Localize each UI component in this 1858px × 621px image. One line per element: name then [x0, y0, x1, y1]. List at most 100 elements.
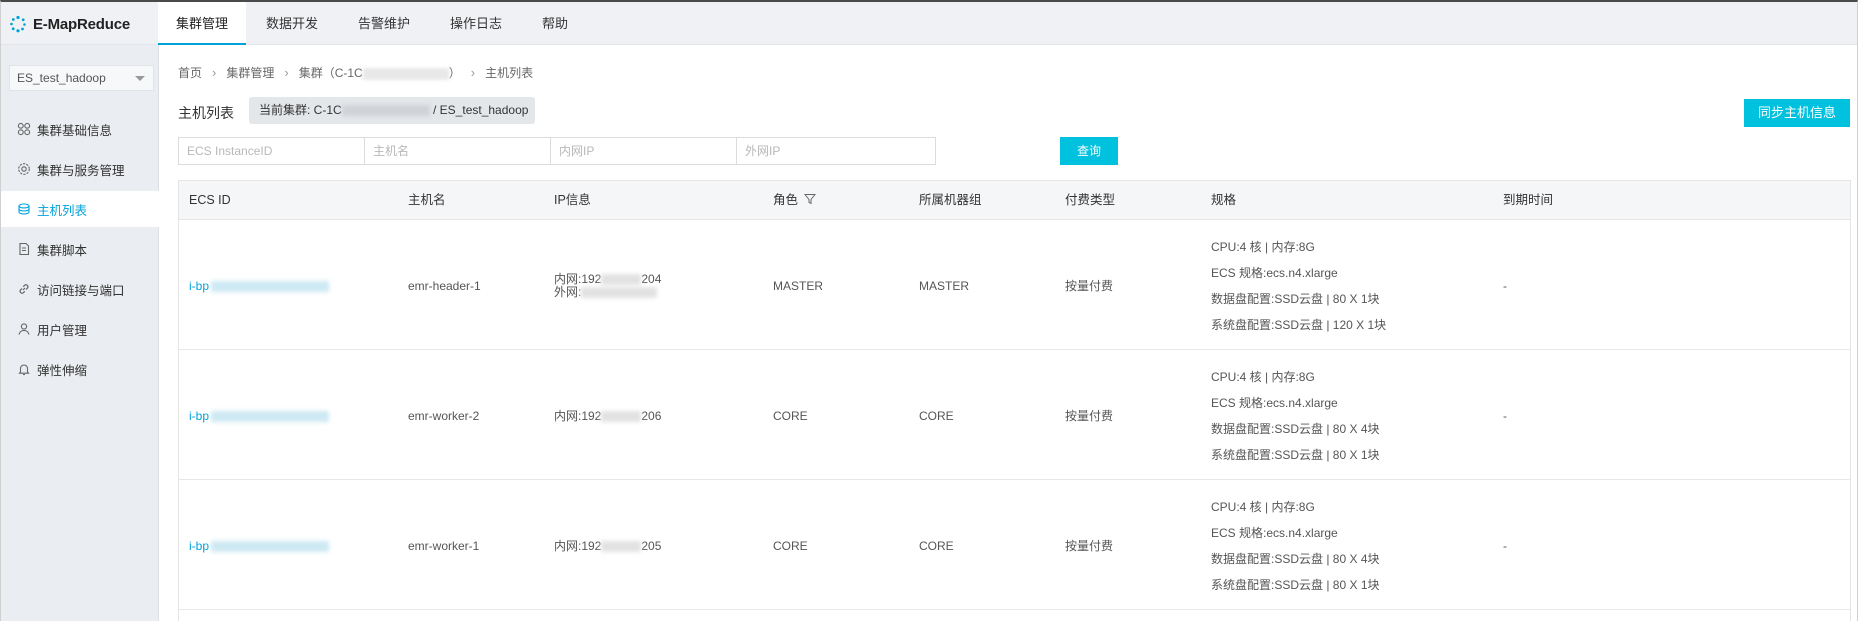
current-cluster-suffix: / ES_test_hadoop	[429, 103, 529, 117]
spec-cell: CPU:4 核 | 内存:8G ECS 规格:ecs.n4.xlarge 数据盘…	[1211, 481, 1380, 610]
brand-logo[interactable]: E-MapReduce	[9, 14, 130, 34]
sidebar-item-links[interactable]: 访问链接与端口	[1, 271, 158, 307]
page-title: 主机列表	[178, 105, 234, 121]
ip-cell: 内网:192 206	[554, 351, 661, 480]
sidebar-item-autoscale[interactable]: 弹性伸缩	[1, 351, 158, 387]
breadcrumb-home[interactable]: 首页	[178, 64, 202, 81]
sidebar-item-services[interactable]: 集群与服务管理	[1, 151, 158, 187]
spec-system-disk: 系统盘配置:SSD云盘 | 120 X 1块	[1211, 317, 1387, 332]
ip-cell: 内网:192 205	[554, 481, 661, 610]
expire-cell: -	[1503, 408, 1507, 423]
inner-ip-prefix: 内网:192	[554, 271, 602, 286]
group-cell: CORE	[919, 538, 954, 553]
spec-cpu-mem: CPU:4 核 | 内存:8G	[1211, 369, 1315, 384]
user-icon	[18, 323, 30, 335]
ecs-id-link[interactable]: i-bp	[189, 481, 330, 610]
current-cluster-tag: 当前集群: C-1C / ES_test_hadoop	[249, 97, 535, 124]
topnav-data-dev[interactable]: 数据开发	[246, 2, 338, 45]
col-role: 角色	[773, 181, 817, 220]
hostname-cell: emr-worker-2	[408, 408, 480, 423]
sidebar-item-label: 用户管理	[37, 323, 88, 338]
breadcrumb-cluster-mgmt[interactable]: 集群管理	[226, 64, 274, 81]
ecs-id-prefix: i-bp	[189, 538, 210, 553]
sidebar-item-cluster-info[interactable]: 集群基础信息	[1, 111, 158, 147]
redacted-ecs-id	[209, 409, 330, 423]
sync-hosts-button[interactable]: 同步主机信息	[1744, 99, 1850, 127]
redacted-ip	[601, 541, 642, 553]
sidebar-item-label: 集群与服务管理	[37, 163, 125, 178]
topnav-oplog[interactable]: 操作日志	[430, 2, 522, 45]
ip-cell: 内网:192 204 外网:	[554, 221, 661, 350]
breadcrumb-current: 主机列表	[485, 66, 534, 80]
redacted-cluster-id	[341, 105, 430, 117]
role-cell: MASTER	[773, 278, 824, 293]
query-button[interactable]: 查询	[1060, 137, 1118, 165]
redacted-cluster-id	[362, 67, 449, 80]
sidebar-item-users[interactable]: 用户管理	[1, 311, 158, 347]
col-expire: 到期时间	[1503, 193, 1554, 207]
topnav-alert[interactable]: 告警维护	[338, 2, 430, 45]
outer-ip-prefix: 外网:	[554, 284, 582, 299]
sidebar-item-hosts[interactable]: 主机列表	[1, 191, 160, 227]
spec-system-disk: 系统盘配置:SSD云盘 | 80 X 1块	[1211, 447, 1380, 462]
ecs-id-link[interactable]: i-bp	[189, 351, 330, 480]
top-navbar: E-MapReduce 集群管理 数据开发 告警维护 操作日志 帮助	[1, 2, 1857, 45]
inner-ip-input[interactable]	[550, 137, 750, 165]
col-ecs-id: ECS ID	[189, 193, 231, 207]
spec-cell: CPU:4 核 | 内存:8G ECS 规格:ecs.n4.xlarge 数据盘…	[1211, 221, 1386, 350]
brand-name: E-MapReduce	[33, 15, 130, 33]
expire-cell: -	[1503, 538, 1507, 553]
billing-cell: 按量付费	[1065, 539, 1114, 553]
caret-down-icon	[135, 76, 145, 81]
sidebar-item-label: 弹性伸缩	[37, 363, 88, 378]
spec-data-disk: 数据盘配置:SSD云盘 | 80 X 1块	[1211, 291, 1380, 306]
sidebar-item-scripts[interactable]: 集群脚本	[1, 231, 158, 267]
sidebar-item-label: 访问链接与端口	[37, 283, 125, 298]
col-billing: 付费类型	[1065, 193, 1116, 207]
hosts-table: ECS ID 主机名 IP信息 角色 所属机器组 付费类型 规格 到期时间 i-…	[178, 180, 1851, 621]
spec-system-disk: 系统盘配置:SSD云盘 | 80 X 1块	[1211, 577, 1380, 592]
sidebar: ES_test_hadoop 集群基础信息 集群与服务管理 主机列表 集群脚本 …	[1, 45, 160, 621]
cluster-select[interactable]: ES_test_hadoop	[9, 65, 154, 91]
chevron-right-icon: ›	[470, 65, 476, 80]
filter-icon[interactable]	[804, 193, 817, 205]
inner-ip-suffix: 206	[641, 409, 662, 423]
breadcrumb-cluster[interactable]: 集群（C-1C ）	[299, 64, 461, 81]
spec-data-disk: 数据盘配置:SSD云盘 | 80 X 4块	[1211, 421, 1380, 436]
spec-cpu-mem: CPU:4 核 | 内存:8G	[1211, 499, 1315, 514]
inner-ip-suffix: 205	[641, 539, 662, 553]
hostname-cell: emr-header-1	[408, 278, 481, 293]
grid-icon	[17, 122, 31, 136]
col-group: 所属机器组	[919, 193, 982, 207]
redacted-ip	[601, 273, 642, 285]
topnav-cluster-mgmt[interactable]: 集群管理	[158, 2, 246, 45]
ecs-instance-id-input[interactable]	[178, 137, 378, 165]
breadcrumb-cluster-prefix: 集群（C-1C	[298, 66, 363, 80]
topnav-help[interactable]: 帮助	[522, 2, 588, 45]
redacted-ip	[601, 411, 642, 423]
redacted-ecs-id	[209, 539, 330, 553]
ecs-id-prefix: i-bp	[189, 278, 210, 293]
outer-ip-input[interactable]	[736, 137, 936, 165]
hostname-input[interactable]	[364, 137, 564, 165]
hosts-icon	[18, 203, 30, 215]
ecs-id-link[interactable]: i-bp	[189, 221, 330, 350]
col-ip: IP信息	[554, 193, 591, 207]
table-row: i-bp emr-worker-1 内网:192 205 CORE CORE 按量…	[179, 481, 1850, 610]
hostname-cell: emr-worker-1	[408, 538, 480, 553]
inner-ip-prefix: 内网:192	[554, 539, 602, 553]
spec-cpu-mem: CPU:4 核 | 内存:8G	[1211, 239, 1315, 254]
redacted-ip	[581, 286, 658, 298]
col-hostname: 主机名	[408, 193, 446, 207]
spec-ecs-type: ECS 规格:ecs.n4.xlarge	[1211, 395, 1338, 410]
inner-ip-prefix: 内网:192	[554, 409, 602, 423]
table-row: i-bp emr-worker-2 内网:192 206 CORE CORE 按量…	[179, 351, 1850, 480]
table-row: i-bp emr-header-1 内网:192 204 外网: MASTER M…	[179, 221, 1850, 350]
expire-cell: -	[1503, 278, 1507, 293]
breadcrumb-cluster-suffix: ）	[448, 66, 461, 80]
main-content: 首页 › 集群管理 › 集群（C-1C ） › 主机列表 主机列表 当前集群: C…	[159, 45, 1857, 621]
redacted-ecs-id	[209, 279, 330, 293]
billing-cell: 按量付费	[1065, 279, 1114, 293]
sidebar-item-label: 集群基础信息	[37, 123, 113, 138]
ecs-id-prefix: i-bp	[189, 408, 210, 423]
